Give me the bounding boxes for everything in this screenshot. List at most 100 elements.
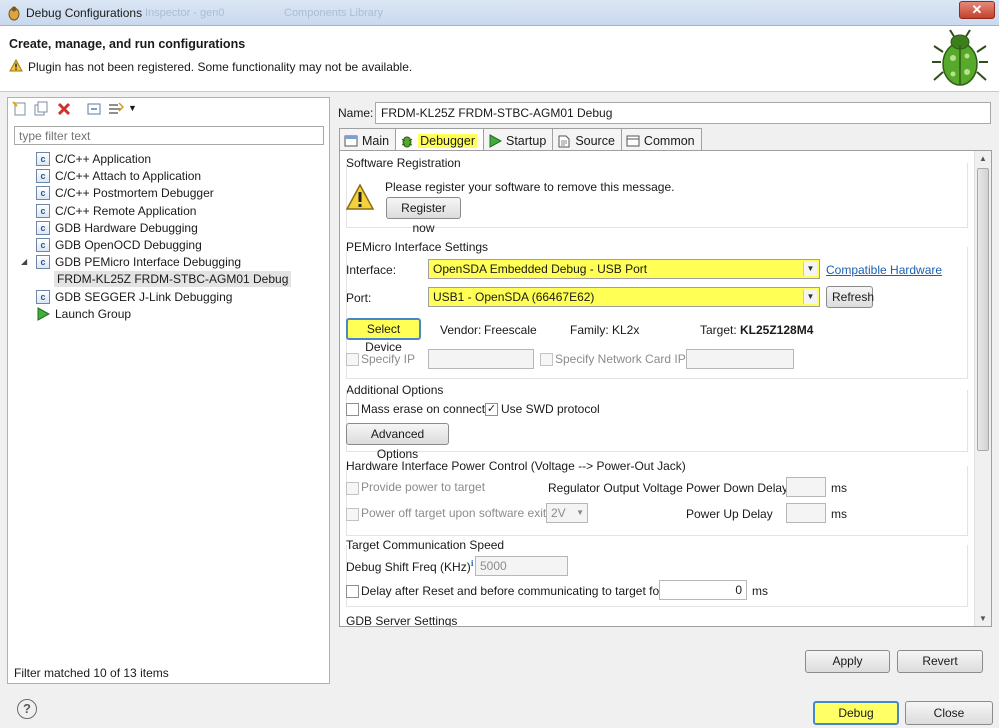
scroll-thumb[interactable] — [977, 168, 989, 451]
tree-item-gdb-hardware[interactable]: c GDB Hardware Debugging — [36, 219, 198, 236]
content-scrollbar[interactable]: ▲ ▼ — [974, 151, 991, 626]
c-config-icon: c — [36, 237, 50, 252]
new-config-icon[interactable] — [12, 101, 28, 117]
tree-item-label: C/C++ Postmortem Debugger — [55, 185, 214, 200]
use-swd-checkbox[interactable]: ✓ — [485, 403, 498, 416]
power-up-ms-label: ms — [831, 507, 847, 521]
ip-input[interactable] — [428, 349, 534, 369]
header-title: Create, manage, and run configurations — [9, 37, 246, 51]
chevron-down-icon: ▼ — [576, 508, 584, 517]
specify-ip-checkbox[interactable] — [346, 353, 359, 366]
c-config-icon: c — [36, 168, 50, 183]
dialog-footer: ? Debug Close — [0, 697, 999, 728]
tree-item-label: C/C++ Remote Application — [55, 203, 197, 218]
tree-item-label: GDB SEGGER J-Link Debugging — [55, 289, 233, 304]
power-down-delay-input[interactable] — [786, 477, 826, 497]
bug-banner-icon — [932, 29, 988, 86]
config-editor-panel: Name: FRDM-KL25Z FRDM-STBC-AGM01 Debug M… — [333, 97, 997, 684]
config-toolbar: ▼ — [8, 98, 329, 120]
register-now-button[interactable]: Register now — [386, 197, 461, 235]
select-device-button[interactable]: Select Device — [346, 318, 421, 354]
tree-item-cpp-application[interactable]: c C/C++ Application — [36, 150, 151, 167]
power-off-label: Power off target upon software exit — [361, 506, 547, 520]
tree-item-gdb-openocd[interactable]: c GDB OpenOCD Debugging — [36, 236, 202, 253]
debug-button[interactable]: Debug — [813, 701, 899, 725]
window-close-button[interactable]: ✕ — [959, 1, 995, 19]
tab-debugger[interactable]: Debugger — [395, 128, 484, 150]
filter-input[interactable] — [14, 126, 324, 145]
specify-nic-label: Specify Network Card IP — [555, 352, 686, 366]
delay-ms-label: ms — [752, 584, 768, 598]
revert-button[interactable]: Revert — [897, 650, 983, 673]
tree-item-gdb-segger[interactable]: c GDB SEGGER J-Link Debugging — [36, 288, 232, 305]
tab-main[interactable]: Main — [339, 128, 397, 150]
tree-item-frdm-kl25z-debug[interactable]: cFRDM-KL25Z FRDM-STBC-AGM01 Debug — [54, 270, 292, 287]
startup-arrow-icon — [489, 134, 502, 148]
family-value: KL2x — [612, 323, 640, 337]
config-tabs: Main Debugger Startup Source Common — [339, 128, 702, 150]
power-down-delay-label: Power Down Delay — [686, 481, 789, 495]
mass-erase-checkbox[interactable] — [346, 403, 359, 416]
registration-message: Please register your software to remove … — [385, 180, 675, 194]
launch-arrow-icon — [37, 306, 50, 321]
delay-input[interactable]: 0 — [659, 580, 747, 600]
power-off-checkbox[interactable] — [346, 508, 359, 521]
c-config-icon: c — [36, 185, 50, 200]
filter-icon[interactable] — [108, 101, 124, 117]
provide-power-checkbox[interactable] — [346, 482, 359, 495]
help-icon[interactable]: ? — [17, 699, 37, 719]
gdb-server-title: GDB Server Settings — [346, 614, 458, 627]
ghost-tab-1: Inspector - gen0 — [145, 7, 225, 19]
c-config-icon: c — [36, 220, 50, 235]
nic-ip-input[interactable] — [686, 349, 794, 369]
delete-config-icon[interactable] — [56, 101, 72, 117]
tree-item-label: FRDM-KL25Z FRDM-STBC-AGM01 Debug — [54, 270, 292, 287]
shift-freq-input[interactable]: 5000 — [475, 556, 568, 576]
dialog-header: Create, manage, and run configurations P… — [0, 26, 999, 92]
tree-item-label: Launch Group — [55, 306, 132, 321]
advanced-options-button[interactable]: Advanced Options — [346, 423, 449, 461]
tree-item-label: C/C++ Attach to Application — [55, 168, 202, 183]
apply-button[interactable]: Apply — [805, 650, 890, 673]
duplicate-config-icon[interactable] — [33, 101, 49, 117]
scroll-up-icon[interactable]: ▲ — [979, 154, 987, 163]
title-bar: Debug Configurations Inspector - gen0 Co… — [0, 0, 999, 26]
expand-chevron-icon[interactable]: ◢ — [21, 257, 27, 266]
regulator-voltage-label: Regulator Output Voltage — [548, 481, 683, 495]
shift-freq-label: Debug Shift Freq (KHz)ℹ — [346, 559, 474, 574]
power-control-group — [346, 466, 968, 536]
tree-item-label: C/C++ Application — [55, 151, 152, 166]
power-up-delay-input[interactable] — [786, 503, 826, 523]
specify-nic-checkbox[interactable] — [540, 353, 553, 366]
port-select[interactable]: USB1 - OpenSDA (66467E62) ▼ — [428, 287, 820, 307]
collapse-all-icon[interactable] — [86, 101, 102, 117]
tab-common[interactable]: Common — [620, 128, 702, 150]
scroll-down-icon[interactable]: ▼ — [979, 614, 987, 623]
interface-select[interactable]: OpenSDA Embedded Debug - USB Port ▼ — [428, 259, 820, 279]
use-swd-label: Use SWD protocol — [501, 402, 600, 416]
tree-item-cpp-remote[interactable]: c C/C++ Remote Application — [36, 202, 196, 219]
bug-app-icon — [8, 6, 20, 21]
c-config-icon: c — [36, 203, 50, 218]
bug-icon — [401, 136, 413, 148]
warning-icon — [9, 59, 23, 72]
tab-startup[interactable]: Startup — [483, 128, 554, 150]
close-button[interactable]: Close — [905, 701, 993, 725]
view-menu-chevron-down-icon[interactable]: ▼ — [128, 103, 144, 119]
tree-item-cpp-postmortem[interactable]: c C/C++ Postmortem Debugger — [36, 184, 214, 201]
refresh-button[interactable]: Refresh — [826, 286, 874, 308]
config-list-panel: ▼ c C/C++ Application c C/C++ Attach to Ap… — [7, 97, 330, 684]
name-input[interactable]: FRDM-KL25Z FRDM-STBC-AGM01 Debug — [375, 102, 991, 124]
tree-item-launch-group[interactable]: Launch Group — [36, 305, 131, 322]
tab-source[interactable]: Source — [552, 128, 622, 150]
power-down-ms-label: ms — [831, 481, 847, 495]
voltage-select[interactable]: 2V ▼ — [546, 503, 588, 523]
tree-item-gdb-pemicro[interactable]: c GDB PEMicro Interface Debugging — [36, 253, 241, 270]
tree-item-cpp-attach[interactable]: c C/C++ Attach to Application — [36, 167, 201, 184]
delay-after-reset-checkbox[interactable] — [346, 585, 359, 598]
interface-label: Interface: — [346, 263, 397, 277]
vendor-label: Vendor: — [440, 323, 482, 337]
common-icon — [626, 135, 640, 147]
filter-status-text: Filter matched 10 of 13 items — [14, 666, 169, 680]
compatible-hardware-link[interactable]: Compatible Hardware — [826, 263, 942, 277]
